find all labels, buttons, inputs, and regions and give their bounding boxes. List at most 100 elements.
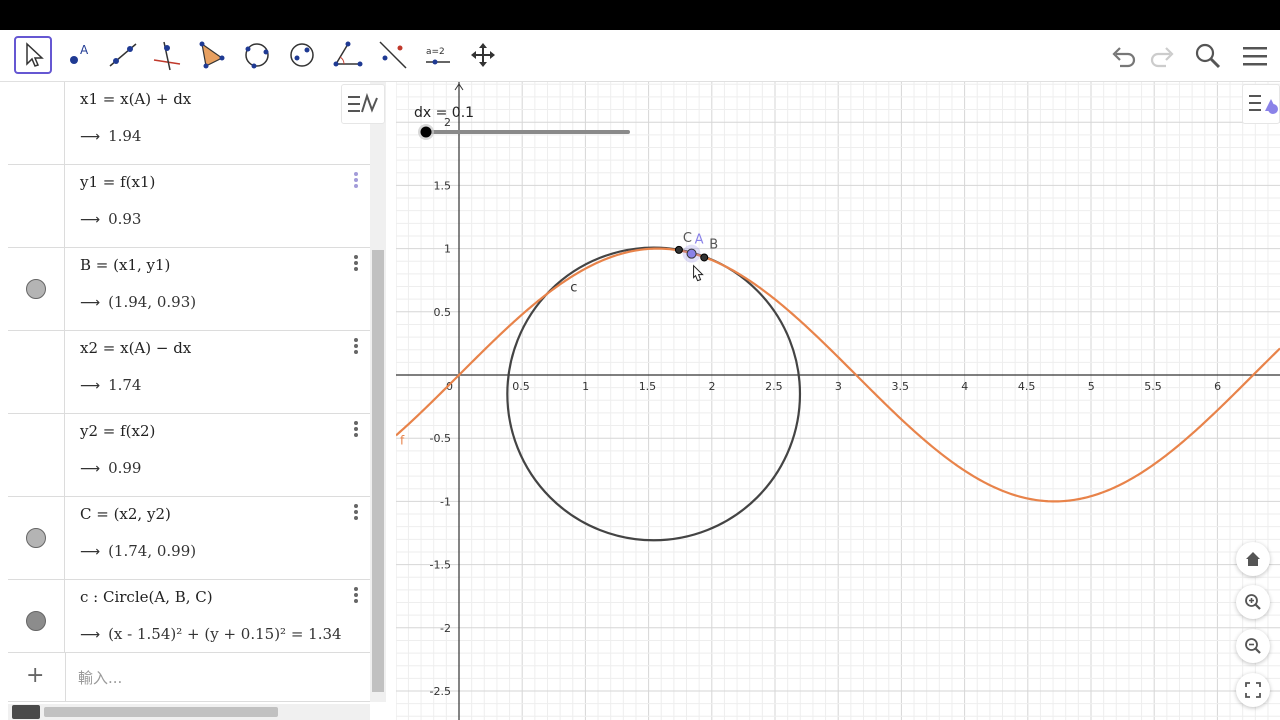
slider-tool-button[interactable]: a=2 — [419, 36, 457, 74]
redo-icon — [1150, 47, 1174, 68]
undo-button[interactable] — [1106, 38, 1142, 74]
algebra-row[interactable]: B = (x1, y1) ⟶ (1.94, 0.93) — [8, 248, 370, 331]
result-arrow-icon: ⟶ — [80, 295, 101, 311]
redo-button[interactable] — [1144, 38, 1180, 74]
algebra-row[interactable]: y1 = f(x1) ⟶ 0.93 — [8, 165, 370, 248]
y-tick-label: -0.5 — [430, 432, 451, 445]
algebra-definition[interactable]: C = (x2, y2) — [80, 505, 171, 523]
algebra-definition[interactable]: x2 = x(A) − dx — [80, 339, 191, 357]
x-tick-label: 1.5 — [639, 380, 657, 393]
zoom-out-button[interactable] — [1236, 629, 1270, 663]
line-tool-button[interactable] — [104, 36, 142, 74]
algebra-horizontal-scrollbar-thumb[interactable] — [44, 707, 278, 717]
graphics-view[interactable]: 0 0.5 1 1.5 2 2.5 3 3.5 4 4.5 5 5.5 6 2 1.5 1 0.5 -0.5 -1-… — [396, 82, 1280, 720]
row-menu-icon[interactable] — [350, 337, 362, 357]
algebra-row[interactable]: c : Circle(A, B, C) ⟶ (x - 1.54)² + (y + 0… — [8, 580, 370, 663]
marble-cell[interactable] — [8, 248, 65, 330]
circle-label: c — [570, 281, 577, 296]
marble-cell[interactable] — [8, 82, 65, 164]
keyboard-icon[interactable] — [12, 705, 40, 719]
marble-cell[interactable] — [8, 414, 65, 496]
angle-tool-button[interactable] — [328, 36, 366, 74]
algebra-value: ⟶ (1.74, 0.99) — [80, 542, 196, 560]
svg-text:A: A — [80, 43, 89, 57]
algebra-view: x1 = x(A) + dx ⟶ 1.94 y1 = f(x1) ⟶ 0.93 B = (x… — [8, 82, 370, 702]
row-menu-icon[interactable] — [350, 503, 362, 523]
algebra-definition[interactable]: y1 = f(x1) — [80, 173, 155, 191]
home-button[interactable] — [1236, 542, 1270, 576]
row-menu-icon[interactable] — [350, 586, 362, 606]
slider-knob — [420, 126, 432, 138]
algebra-value: ⟶ 0.93 — [80, 210, 141, 228]
input-placeholder: 輸入... — [78, 669, 123, 687]
angle-icon — [333, 41, 363, 67]
algebra-horizontal-scrollbar[interactable] — [8, 704, 370, 720]
algebra-value: ⟶ (x - 1.54)² + (y + 0.15)² = 1.34 — [80, 625, 342, 643]
x-tick-label: 3.5 — [892, 380, 910, 393]
point-a-label: A — [695, 233, 704, 248]
row-menu-icon[interactable] — [350, 171, 362, 191]
fullscreen-icon — [1245, 682, 1261, 698]
reflect-tool-button[interactable] — [374, 36, 412, 74]
algebra-value: ⟶ 1.94 — [80, 127, 141, 145]
point-c-label: C — [683, 231, 692, 246]
marble-cell[interactable] — [8, 165, 65, 247]
y-tick-label: -1 — [440, 495, 451, 508]
row-menu-icon[interactable] — [350, 420, 362, 440]
algebra-input-row[interactable]: + 輸入... — [8, 652, 370, 702]
algebra-value-text: (1.94, 0.93) — [108, 293, 197, 311]
fullscreen-button[interactable] — [1236, 673, 1270, 707]
marble-cell[interactable] — [8, 580, 65, 662]
graphics-canvas[interactable]: 0 0.5 1 1.5 2 2.5 3 3.5 4 4.5 5 5.5 621.510.5-0.5-1-… — [396, 82, 1280, 720]
visibility-toggle-icon[interactable] — [26, 528, 46, 548]
hand-cursor-icon — [693, 264, 704, 282]
algebra-row[interactable]: C = (x2, y2) ⟶ (1.74, 0.99) — [8, 497, 370, 580]
algebra-value-text: 1.74 — [108, 376, 142, 394]
algebra-definition[interactable]: c : Circle(A, B, C) — [80, 588, 213, 606]
visibility-toggle-icon[interactable] — [26, 279, 46, 299]
point-a — [686, 248, 697, 259]
row-menu-icon[interactable] — [350, 254, 362, 274]
marble-cell[interactable] — [8, 497, 65, 579]
point-tool-button[interactable]: A — [60, 36, 98, 74]
polygon-tool-button[interactable] — [192, 36, 230, 74]
algebra-scrollbar-thumb[interactable] — [372, 250, 384, 692]
x-tick-label: 0.5 — [512, 380, 530, 393]
algebra-row[interactable]: y2 = f(x2) ⟶ 0.99 — [8, 414, 370, 497]
search-button[interactable] — [1190, 38, 1226, 74]
x-tick-label: 6 — [1214, 380, 1221, 393]
algebra-value-text: 0.93 — [108, 210, 142, 228]
visibility-toggle-icon[interactable] — [26, 611, 46, 631]
result-arrow-icon: ⟶ — [80, 627, 101, 643]
algebra-row[interactable]: x2 = x(A) − dx ⟶ 1.74 — [8, 331, 370, 414]
marble-cell[interactable] — [8, 331, 65, 413]
add-icon[interactable]: + — [26, 663, 44, 688]
move-tool-button[interactable] — [14, 36, 52, 74]
result-arrow-icon: ⟶ — [80, 544, 101, 560]
algebra-definition[interactable]: y2 = f(x2) — [80, 422, 155, 440]
ellipse-tool-button[interactable] — [283, 36, 321, 74]
graphics-style-icon — [1249, 95, 1278, 114]
perpendicular-tool-button[interactable] — [148, 36, 186, 74]
algebra-scrollbar[interactable] — [370, 82, 386, 702]
point-b — [700, 253, 709, 262]
algebra-style-toggle-button[interactable] — [341, 84, 385, 124]
move-graphics-tool-button[interactable] — [464, 36, 502, 74]
algebra-input[interactable]: 輸入... — [65, 653, 370, 701]
main-menu-button[interactable] — [1237, 38, 1273, 74]
slider-label: dx = 0.1 — [414, 105, 474, 121]
line-icon — [109, 43, 137, 67]
circle-tool-button[interactable] — [238, 36, 276, 74]
curve-label: f — [400, 434, 405, 448]
svg-text:a=2: a=2 — [426, 47, 445, 57]
zoom-in-button[interactable] — [1236, 585, 1270, 619]
algebra-row[interactable]: x1 = x(A) + dx ⟶ 1.94 — [8, 82, 370, 165]
x-tick-label: 2.5 — [765, 380, 783, 393]
algebra-definition[interactable]: B = (x1, y1) — [80, 256, 170, 274]
search-icon — [1195, 43, 1221, 69]
y-tick-label: 1.5 — [434, 179, 452, 192]
point-b-label: B — [709, 237, 718, 252]
algebra-definition[interactable]: x1 = x(A) + dx — [80, 90, 191, 108]
circle-through-points-icon — [290, 43, 314, 67]
graphics-style-toggle-button[interactable] — [1242, 84, 1280, 124]
